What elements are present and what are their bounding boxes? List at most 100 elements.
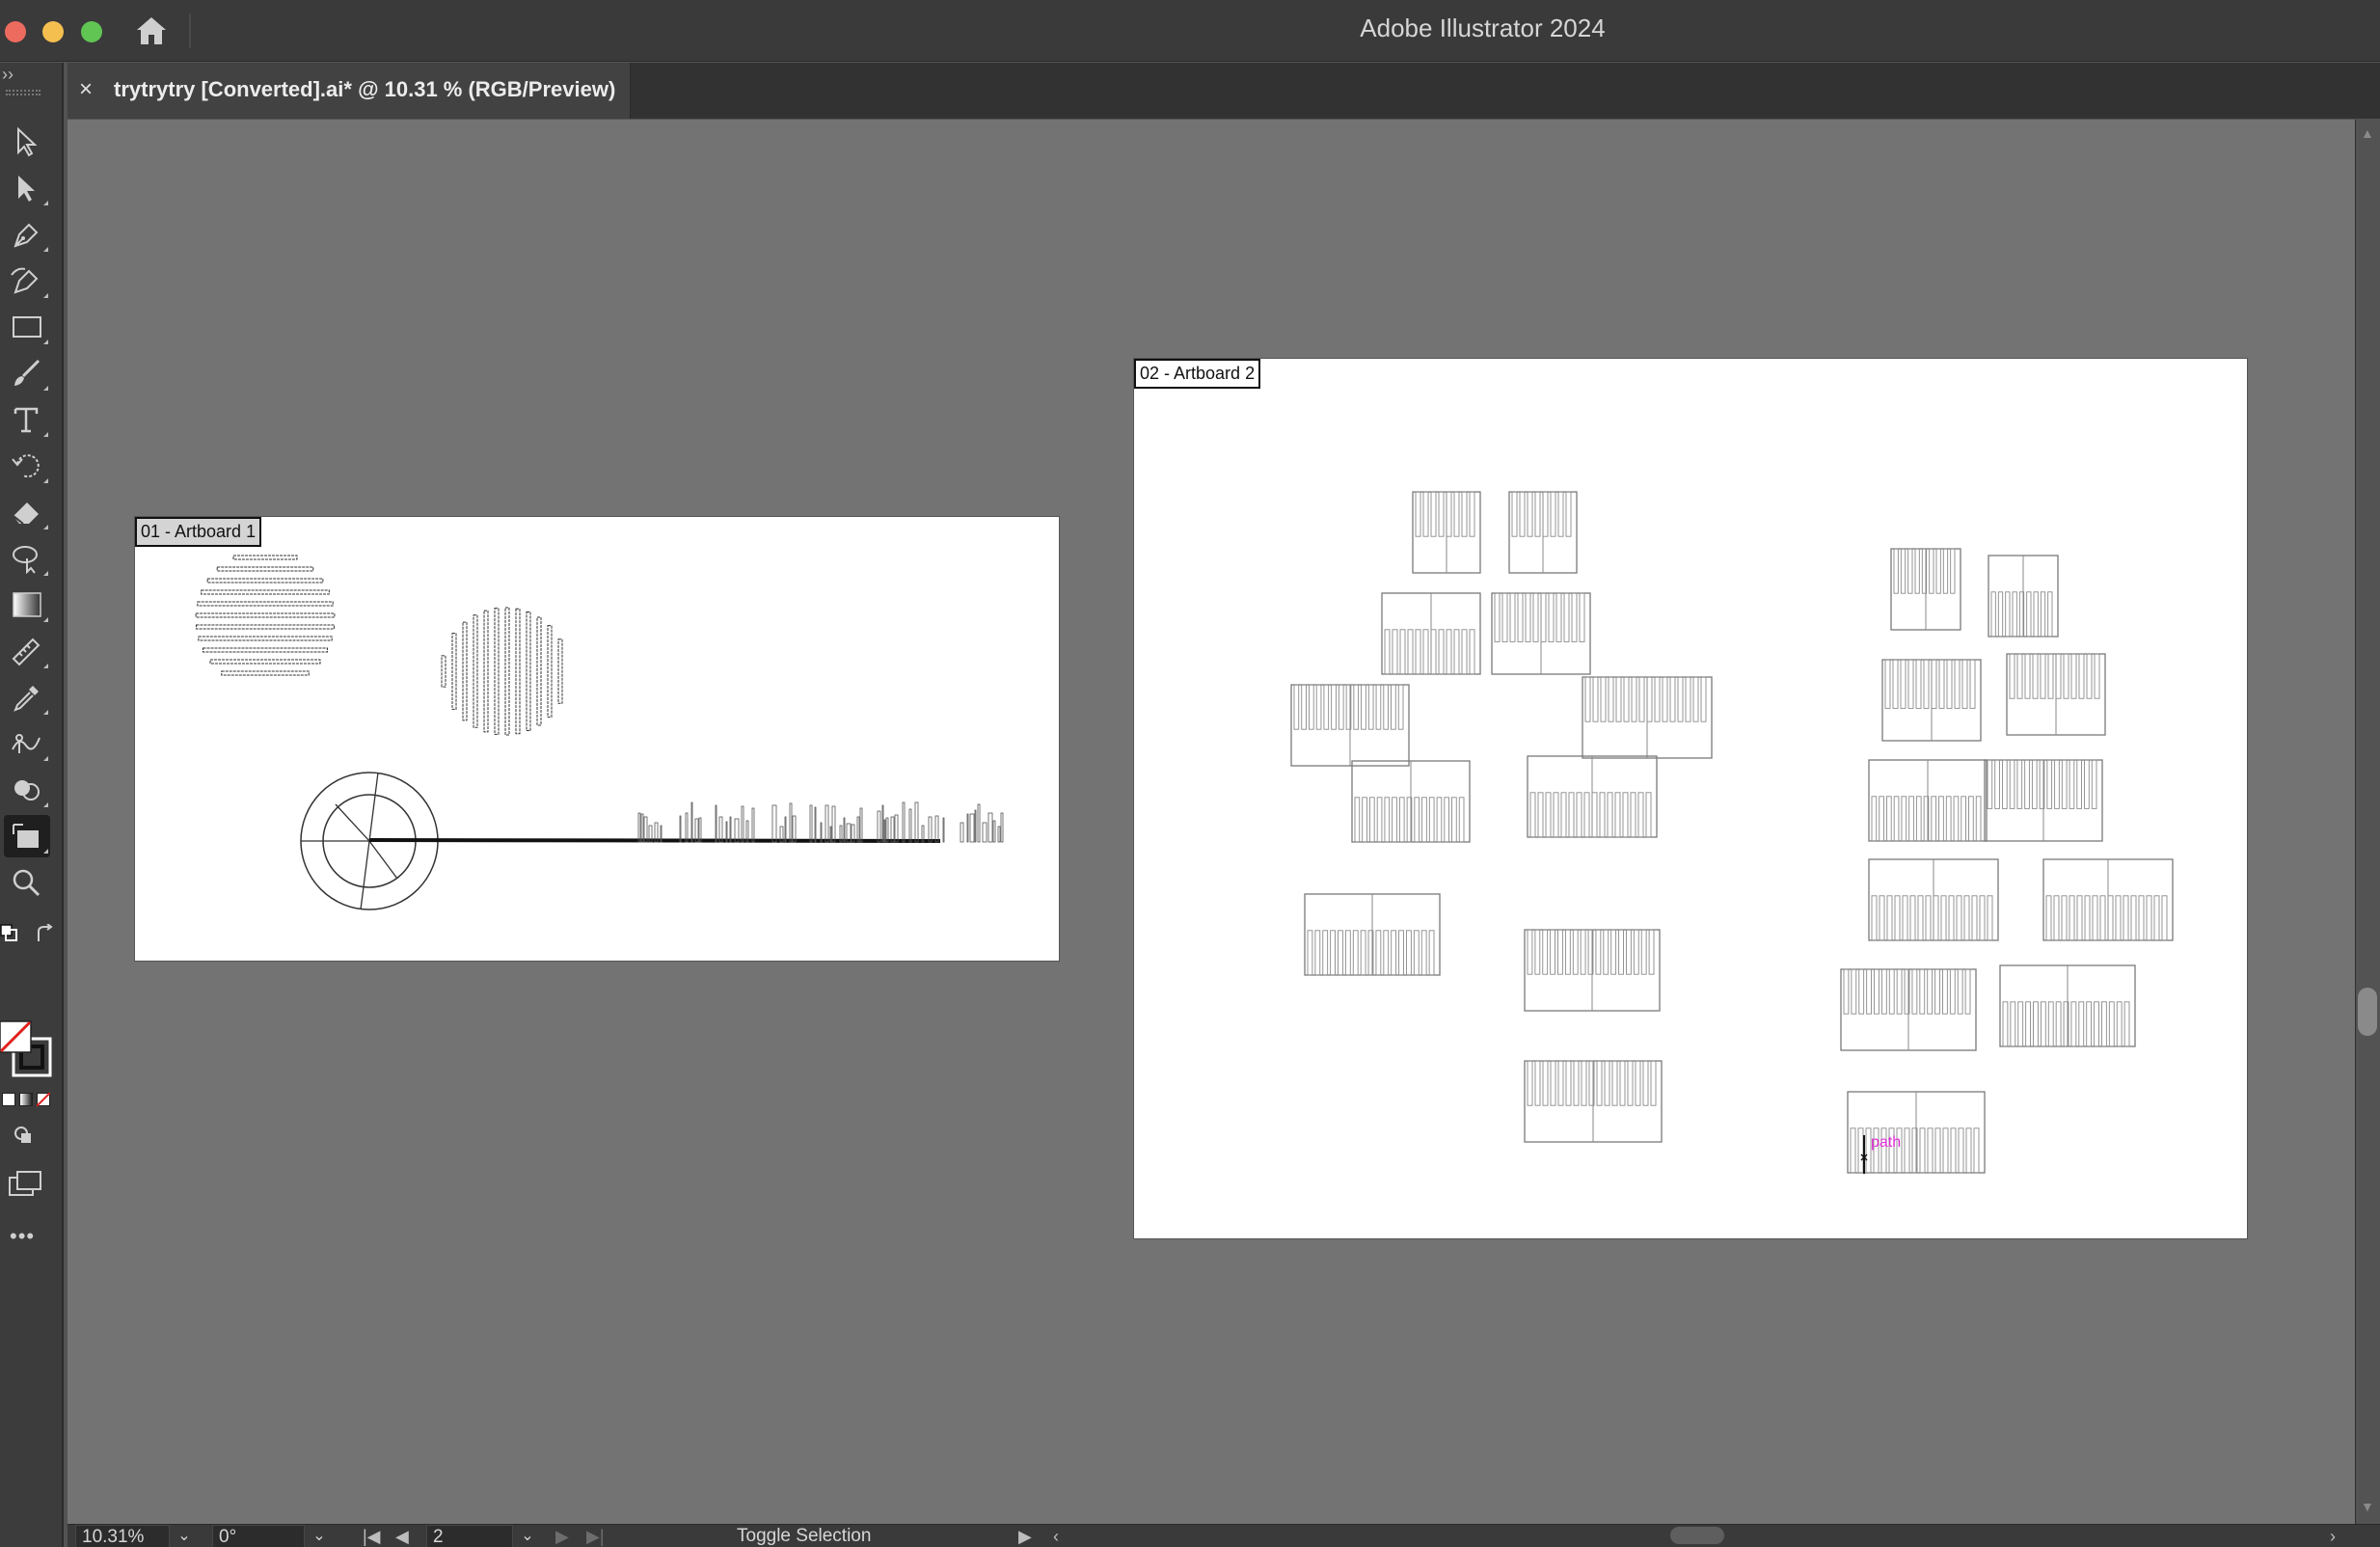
artboard-tool[interactable] xyxy=(4,815,50,857)
path-hover-hint: path xyxy=(1871,1134,1902,1151)
box-net-shape xyxy=(1881,659,1982,742)
curvature-pen-icon xyxy=(11,267,39,294)
artboard-dropdown-icon[interactable]: ⌄ xyxy=(513,1525,542,1547)
brush-icon xyxy=(14,359,41,386)
puppet-warp-tool[interactable] xyxy=(4,722,50,765)
document-tab-bar: × trytrytry [Converted].ai* @ 10.31 % (R… xyxy=(68,63,2380,119)
shape-builder-tool[interactable] xyxy=(4,769,50,811)
artboard-1[interactable]: 01 - Artboard 1 xyxy=(135,517,1059,961)
next-artboard-icon[interactable]: ▶ xyxy=(555,1526,569,1547)
artboard-2-label[interactable]: 02 - Artboard 2 xyxy=(1134,359,1261,389)
type-icon xyxy=(14,407,39,433)
box-net-shape xyxy=(1524,1060,1663,1143)
last-artboard-icon[interactable]: ▶| xyxy=(586,1526,605,1547)
paintbrush-tool[interactable] xyxy=(4,352,50,394)
none-mode-button[interactable] xyxy=(37,1093,50,1106)
artboard-2[interactable]: 02 - Artboard 2 path xyxy=(1134,359,2247,1238)
lasso-tool[interactable] xyxy=(4,537,50,580)
box-net-shape xyxy=(1868,858,1999,941)
box-net-shape xyxy=(1381,592,1481,675)
zoom-tool[interactable] xyxy=(4,861,50,904)
status-bar: 10.31% ⌄ 0° ⌄ |◀ ◀ 2 ⌄ ▶ ▶| Toggle Selec… xyxy=(68,1524,2380,1547)
toolbar-grip[interactable] xyxy=(6,90,41,95)
box-net-shape xyxy=(1412,491,1481,574)
magnifier-icon xyxy=(13,869,41,897)
default-colors-icon[interactable] xyxy=(0,924,19,943)
collapse-toolbar-icon[interactable]: ›› xyxy=(2,65,14,85)
rectangle-icon xyxy=(13,316,41,338)
status-menu-icon[interactable]: ▶ xyxy=(1018,1526,1032,1547)
eyedropper-tool[interactable] xyxy=(4,676,50,719)
vertical-slat-disk xyxy=(441,607,563,736)
artboard-number-field[interactable]: 2 xyxy=(426,1525,513,1547)
gradient-tool[interactable] xyxy=(4,584,50,626)
arrow-icon xyxy=(17,126,38,157)
swap-colors-icon[interactable] xyxy=(33,923,56,947)
artboard-1-label[interactable]: 01 - Artboard 1 xyxy=(135,517,262,547)
draw-mode-icon[interactable] xyxy=(12,1124,39,1147)
scroll-right-icon[interactable]: › xyxy=(2330,1526,2336,1547)
box-net-shape xyxy=(1524,929,1661,1012)
rotate-tool[interactable] xyxy=(4,445,50,487)
box-net-shape xyxy=(1491,592,1591,675)
illustrator-window: Adobe Illustrator 2024 ›› ••• × trytrytr… xyxy=(0,0,2380,1547)
shape-builder-icon xyxy=(14,780,40,801)
title-bar: Adobe Illustrator 2024 xyxy=(0,0,2380,62)
scroll-left-icon[interactable]: ‹ xyxy=(1053,1526,1059,1547)
window-close-button[interactable] xyxy=(5,21,26,42)
app-title: Adobe Illustrator 2024 xyxy=(1360,14,1606,42)
direct-arrow-icon xyxy=(18,176,35,202)
scroll-down-icon[interactable]: ▼ xyxy=(2361,1499,2374,1514)
text-cursor-icon xyxy=(1860,1135,1868,1174)
box-net-shape xyxy=(1304,893,1441,976)
screen-mode-icon[interactable] xyxy=(8,1170,42,1199)
status-tool-hint[interactable]: Toggle Selection xyxy=(737,1525,871,1547)
box-net-shape xyxy=(1290,684,1410,767)
box-net-shape xyxy=(1890,548,1961,631)
box-net-shape xyxy=(1582,676,1713,759)
eraser-tool[interactable] xyxy=(4,491,50,533)
rotation-field[interactable]: 0° xyxy=(212,1525,305,1547)
eyedropper-icon xyxy=(14,686,39,712)
canvas[interactable]: 01 - Artboard 1 02 - Artboard 2 path xyxy=(68,120,2355,1524)
scroll-up-icon[interactable]: ▲ xyxy=(2361,125,2374,141)
zoom-level-field[interactable]: 10.31% xyxy=(75,1525,170,1547)
rectangle-tool[interactable] xyxy=(4,306,50,348)
selection-tool[interactable] xyxy=(4,121,50,163)
eraser-icon xyxy=(13,502,39,525)
pen-icon xyxy=(14,223,39,248)
zoom-dropdown-icon[interactable]: ⌄ xyxy=(170,1525,199,1547)
gradient-mode-button[interactable] xyxy=(19,1093,33,1106)
tools-panel: ›› ••• xyxy=(0,63,64,1547)
vertical-scroll-thumb[interactable] xyxy=(2358,988,2377,1036)
box-net-shape xyxy=(1988,555,2059,638)
edit-toolbar-button[interactable]: ••• xyxy=(10,1224,35,1249)
type-tool[interactable] xyxy=(4,398,50,441)
vertical-scrollbar[interactable]: ▲ ▼ xyxy=(2355,120,2380,1524)
window-maximize-button[interactable] xyxy=(81,21,102,42)
color-mode-button[interactable] xyxy=(2,1093,15,1106)
previous-artboard-icon[interactable]: ◀ xyxy=(395,1526,409,1547)
first-artboard-icon[interactable]: |◀ xyxy=(363,1526,381,1547)
curvature-tool[interactable] xyxy=(4,259,50,302)
fill-stroke-swatches[interactable] xyxy=(0,1019,60,1089)
barcode-strip xyxy=(637,801,1004,843)
box-net-shape xyxy=(1868,759,1988,842)
window-minimize-button[interactable] xyxy=(42,21,64,42)
artboard-1-artwork xyxy=(195,555,1004,910)
pen-tool[interactable] xyxy=(4,213,50,256)
document-tab[interactable]: × trytrytry [Converted].ai* @ 10.31 % (R… xyxy=(68,63,631,119)
document-tab-title: trytrytry [Converted].ai* @ 10.31 % (RGB… xyxy=(114,77,616,101)
horizontal-scroll-thumb[interactable] xyxy=(1670,1527,1724,1544)
measure-tool[interactable] xyxy=(4,630,50,672)
title-separator xyxy=(189,14,191,48)
direct-selection-tool[interactable] xyxy=(4,167,50,209)
rotation-dropdown-icon[interactable]: ⌄ xyxy=(305,1525,334,1547)
close-tab-icon[interactable]: × xyxy=(79,76,93,103)
color-mode-row xyxy=(0,1091,60,1110)
box-net-shape xyxy=(1351,760,1471,843)
rotate-icon xyxy=(12,454,40,478)
home-icon[interactable] xyxy=(133,14,170,48)
box-net-shape xyxy=(1984,759,2103,842)
box-net-shape xyxy=(2006,653,2106,736)
